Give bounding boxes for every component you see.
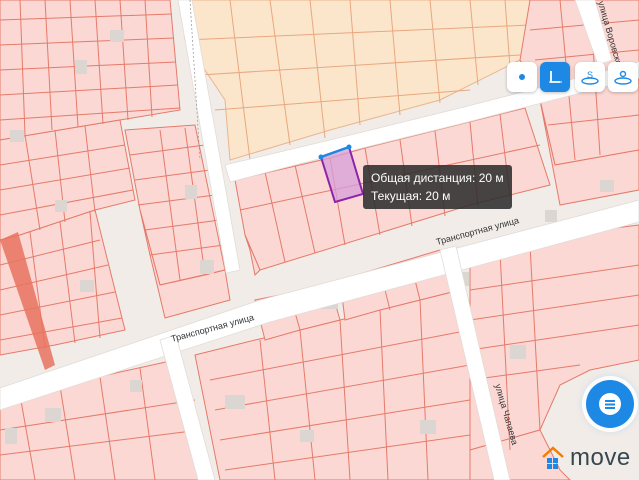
- svg-text:S: S: [587, 70, 593, 80]
- measure-point-end[interactable]: [346, 144, 352, 150]
- logo-text: move: [570, 444, 631, 471]
- radius-tool-button[interactable]: [608, 62, 638, 92]
- radius-measure-icon: [614, 70, 632, 85]
- distance-tool-button[interactable]: [540, 62, 570, 92]
- current-distance-text: Текущая: 20 м: [371, 189, 451, 203]
- house-logo-icon: [542, 446, 564, 469]
- total-distance-text: Общая дистанция: 20 м: [371, 171, 504, 185]
- distance-measure-icon: [549, 71, 562, 83]
- chat-bubble-icon: [599, 393, 621, 415]
- point-marker-icon: [519, 74, 525, 80]
- area-measure-icon: S: [581, 70, 599, 85]
- move-logo: move: [540, 440, 631, 476]
- chat-button[interactable]: [586, 380, 634, 428]
- point-tool-button[interactable]: [507, 62, 537, 92]
- measurement-tooltip: Общая дистанция: 20 м Текущая: 20 м: [363, 165, 512, 209]
- measure-point-start[interactable]: [318, 154, 324, 160]
- area-tool-button[interactable]: S: [575, 62, 605, 92]
